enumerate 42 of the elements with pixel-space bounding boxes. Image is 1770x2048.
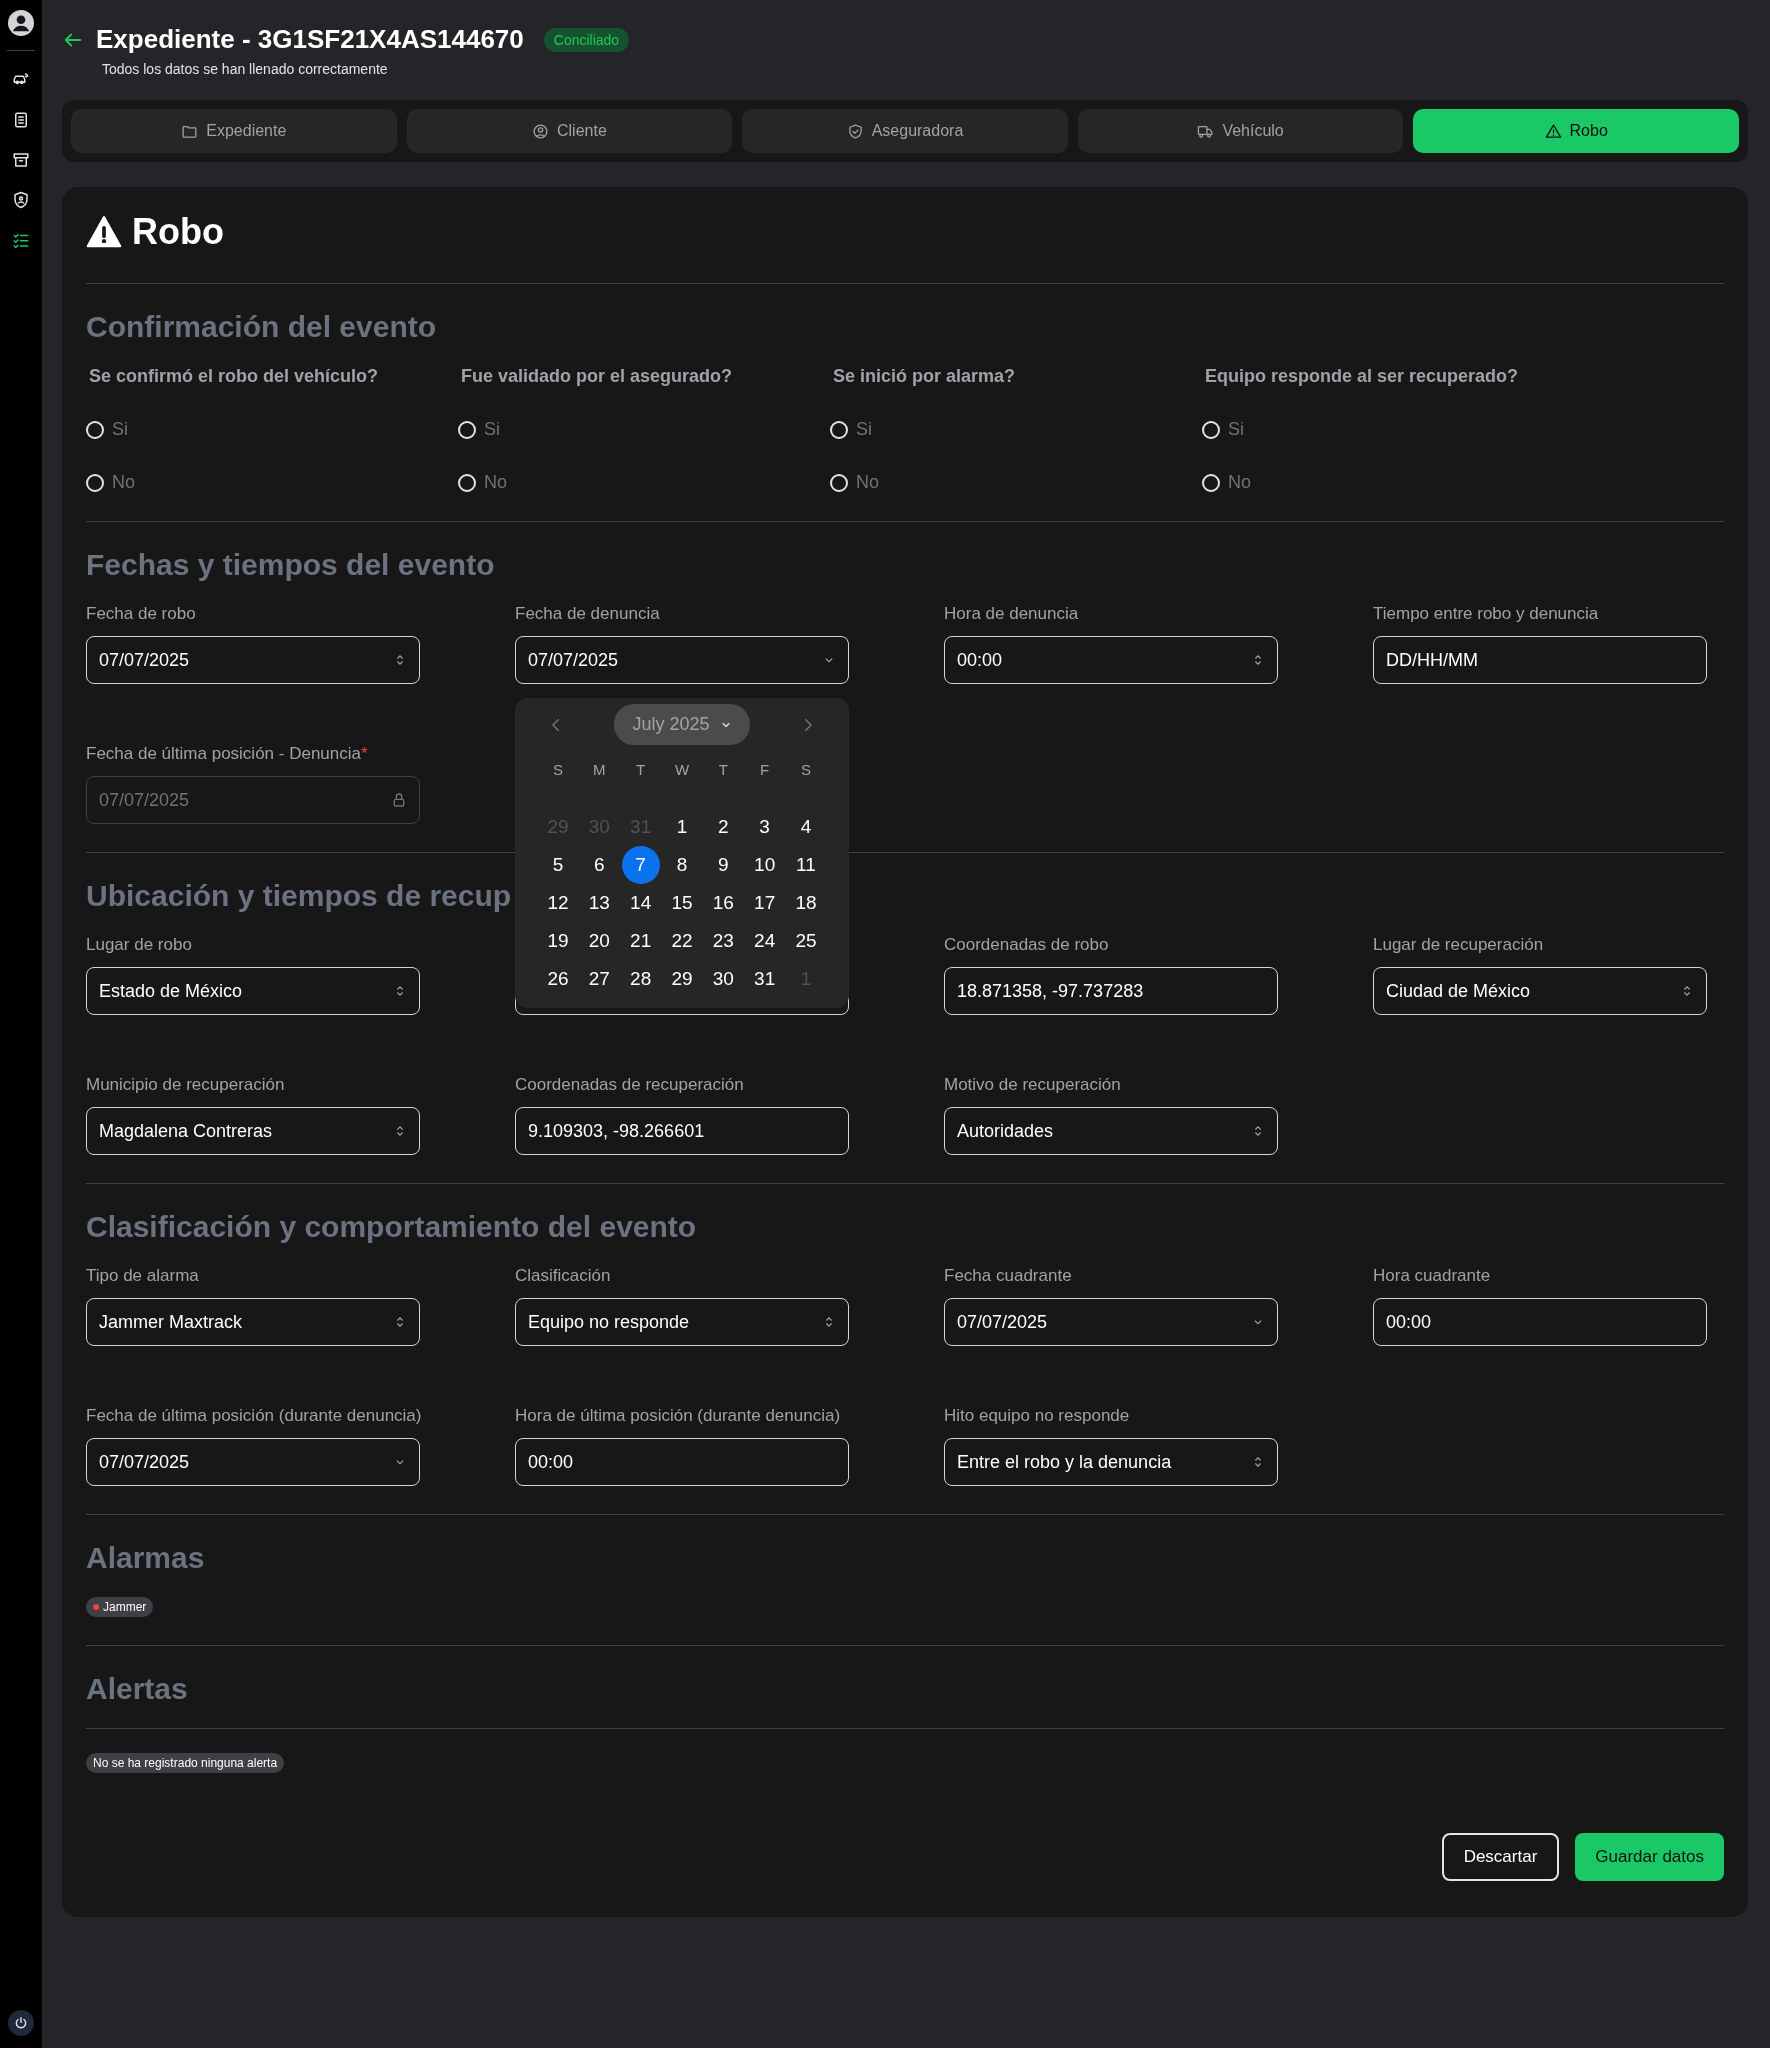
subtitle: Todos los datos se han llenado correctamente — [102, 61, 389, 77]
weekday-label: T — [717, 761, 729, 778]
weekday-label: T — [635, 761, 647, 778]
weekday-label: F — [759, 761, 771, 778]
section-heading: Ubicación y tiempos de recup — [86, 879, 512, 913]
tag-text: Jammer — [103, 1600, 147, 1614]
field-label: Tipo de alarma — [86, 1266, 199, 1285]
field-label: Coordenadas de recuperación — [515, 1075, 744, 1094]
section-heading: Alarmas — [86, 1541, 205, 1575]
field-label: Hora de última posición (durante denuncia) — [515, 1406, 841, 1425]
section-heading: Fechas y tiempos del evento — [86, 548, 495, 582]
section-heading: Clasificación y comportamiento del evento — [86, 1210, 697, 1244]
field-label: Clasificación — [515, 1266, 611, 1285]
field-label: Coordenadas de robo — [944, 935, 1109, 954]
section-heading: Confirmación del evento — [86, 310, 437, 344]
page-title: Expediente - 3G1SF21X4AS144670 — [96, 24, 524, 55]
field-label: Fecha cuadrante — [944, 1266, 1072, 1285]
field-label: Hito equipo no responde — [944, 1406, 1130, 1425]
section-title: Robo — [132, 211, 224, 253]
field-label: Lugar de recuperación — [1373, 935, 1544, 954]
field-label: Lugar de robo — [86, 935, 192, 954]
field-label: Hora de denuncia — [944, 604, 1079, 623]
field-label: Municipio de recuperación — [86, 1075, 285, 1094]
field-label: Hora cuadrante — [1373, 1266, 1491, 1285]
question-label: Se confirmó el robo del vehículo? — [89, 366, 380, 387]
field-label: Fecha de última posición (durante denuncia) — [86, 1406, 422, 1425]
status-badge: Conciliado — [543, 27, 630, 52]
field-label: Fecha de última posición - Denuncia — [86, 744, 361, 763]
empty-alerts-tag: No se ha registrado ninguna alerta — [86, 1753, 285, 1773]
question-label: Fue validado por el asegurado? — [461, 366, 734, 387]
field-label: Fecha de denuncia — [515, 604, 660, 623]
weekday-label: M — [592, 761, 607, 778]
weekday-label: S — [552, 761, 564, 778]
question-label: Equipo responde al ser recuperado? — [1205, 366, 1520, 387]
field-label: Tiempo entre robo y denuncia — [1373, 604, 1599, 623]
weekday-label: W — [673, 761, 691, 778]
field-label: Fecha de robo — [86, 604, 196, 623]
weekday-label: S — [799, 761, 812, 778]
question-label: Se inició por alarma? — [833, 366, 1017, 387]
section-heading: Alertas — [86, 1672, 188, 1706]
required-mark: * — [361, 744, 368, 763]
field-label: Motivo de recuperación — [944, 1075, 1121, 1094]
